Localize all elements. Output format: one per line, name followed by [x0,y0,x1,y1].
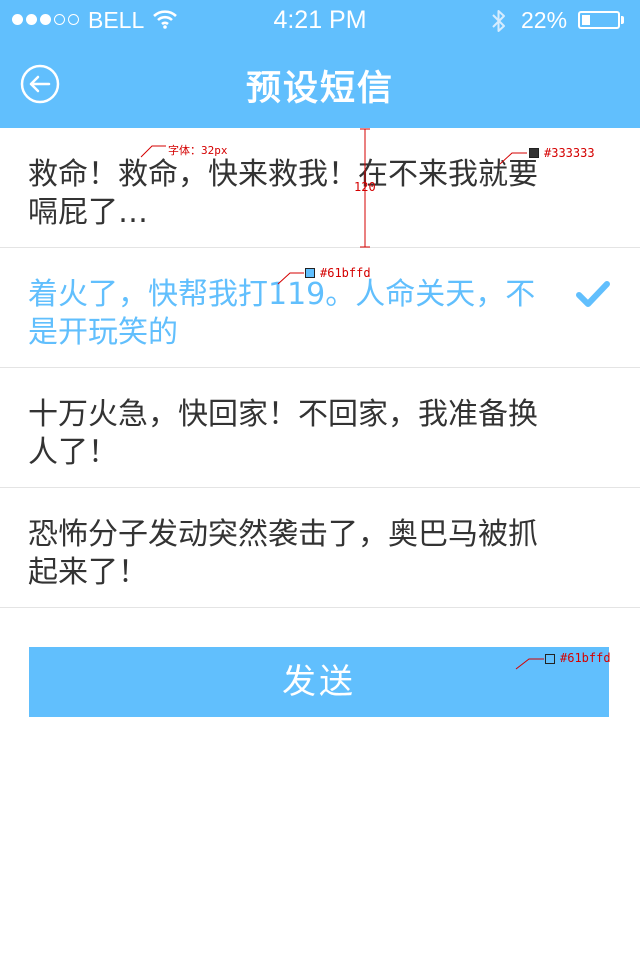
checkmark-icon [576,281,610,307]
battery-percentage: 22% [521,7,568,33]
message-text: 十万火急，快回家！不回家，我准备换人了！ [28,397,538,470]
status-bar: BELL 4:21 PM 22% [0,0,640,40]
color-annotation-text: #333333 [544,146,595,160]
message-item[interactable]: 恐怖分子发动突然袭击了，奥巴马被抓起来了！ [0,488,640,608]
color-swatch-button [545,654,555,664]
battery-tip [621,16,624,24]
color-swatch-text [529,148,539,158]
bluetooth-icon [492,10,505,32]
page-title: 预设短信 [245,69,394,109]
message-item[interactable]: 十万火急，快回家！不回家，我准备换人了！ [0,368,640,488]
battery-icon [578,11,620,29]
message-text: 救命！救命，快来救我！在不来我就要嗝屁了… [28,157,538,230]
message-list: 救命！救命，快来救我！在不来我就要嗝屁了… 着火了，快帮我打119。人命关天，不… [0,128,640,608]
font-size-annotation: 字体：32px [168,144,228,157]
row-height-annotation: 120 [354,180,376,194]
send-button[interactable]: 发送 [29,647,609,717]
message-text: 恐怖分子发动突然袭击了，奥巴马被抓起来了！ [28,517,538,590]
message-text: 着火了，快帮我打119。人命关天，不是开玩笑的 [28,277,536,350]
color-annotation-button: #61bffd [560,651,611,665]
color-swatch-selected [305,268,315,278]
color-annotation-selected: #61bffd [320,266,371,280]
